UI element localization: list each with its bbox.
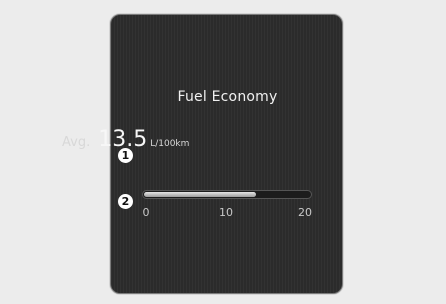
callout-1: 1 [118, 148, 133, 163]
gauge-tick-mid: 10 [219, 206, 233, 219]
gauge-tick-max: 20 [298, 206, 312, 219]
fuel-economy-display: Fuel Economy [110, 14, 343, 294]
avg-unit: L/100km [150, 139, 190, 149]
gauge-fill [144, 192, 256, 197]
avg-label: Avg. [62, 135, 91, 150]
fuel-economy-gauge [142, 190, 312, 199]
gauge-tick-min: 0 [142, 206, 150, 219]
callout-2: 2 [118, 194, 133, 209]
display-title: Fuel Economy [177, 89, 278, 105]
